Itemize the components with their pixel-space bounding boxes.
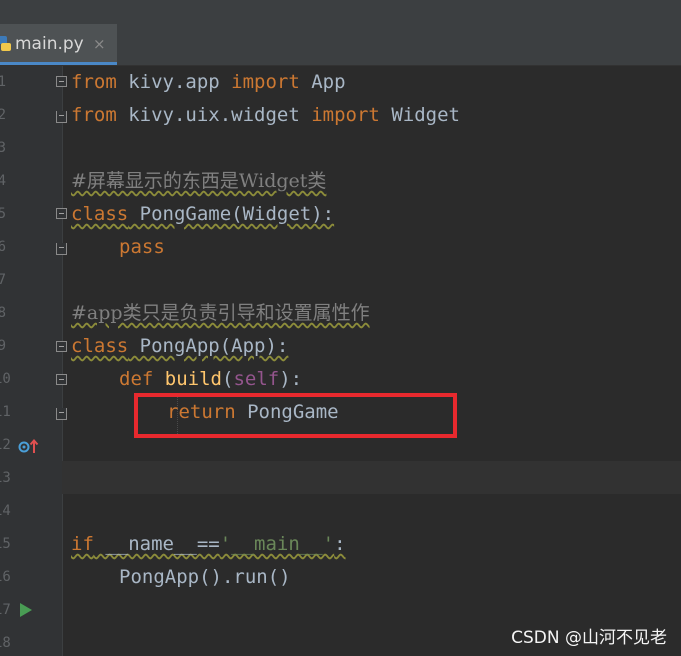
code-line-16: PongApp().run() <box>119 561 291 594</box>
class-declaration: PongApp(App): <box>128 335 289 357</box>
code-line-2: from kivy.uix.widget import Widget <box>71 99 460 132</box>
code-line-5: class PongGame(Widget): <box>71 198 334 231</box>
line-number: 2 <box>0 107 6 123</box>
line-number: 18 <box>0 635 11 651</box>
function-name: build <box>164 368 222 390</box>
line-number: 11 <box>0 404 11 420</box>
paren: ( <box>221 368 234 390</box>
line-number: 7 <box>0 272 6 288</box>
module-name: kivy.app <box>116 71 232 93</box>
line-number: 1 <box>0 74 6 90</box>
class-declaration: PongGame(Widget): <box>128 203 335 225</box>
watermark: CSDN @山河不见老 <box>511 628 667 648</box>
keyword: pass <box>119 236 165 258</box>
line-number: 10 <box>0 371 11 387</box>
run-icon[interactable] <box>20 603 32 617</box>
keyword: if <box>71 533 94 555</box>
red-annotation-box <box>134 393 457 438</box>
keyword: import <box>311 104 380 126</box>
call-expression: PongApp().run() <box>119 566 291 588</box>
code-editor[interactable]: from kivy.app import App from kivy.uix.w… <box>62 66 681 656</box>
code-line-15: if __name__=='__main__': <box>71 528 346 561</box>
import-name: Widget <box>379 104 460 126</box>
line-number: 16 <box>0 569 11 585</box>
import-name: App <box>299 71 346 93</box>
line-number: 15 <box>0 536 11 552</box>
string-literal: '__main__' <box>219 533 335 555</box>
line-number: 5 <box>0 206 6 222</box>
python-file-icon <box>0 36 11 51</box>
line-number: 14 <box>0 503 11 519</box>
keyword: from <box>71 104 117 126</box>
keyword: class <box>71 335 129 357</box>
self-param: self <box>233 368 280 390</box>
line-number: 12 <box>0 437 11 453</box>
code-line-4: #屏幕显示的东西是Widget类 <box>71 165 326 198</box>
code-line-9: class PongApp(App): <box>71 330 288 363</box>
tab-filename: main.py <box>15 34 84 54</box>
tab-main-py[interactable]: main.py × <box>0 24 117 65</box>
paren: ): <box>279 368 303 390</box>
line-number: 3 <box>0 140 6 156</box>
line-number: 4 <box>0 173 6 189</box>
colon: : <box>334 533 346 555</box>
keyword: import <box>231 71 300 93</box>
dunder-name: __name__== <box>93 533 220 555</box>
overrides-method-icon[interactable] <box>18 438 40 454</box>
code-line-10: def build(self): <box>119 363 302 396</box>
keyword: from <box>71 71 117 93</box>
code-line-6: pass <box>119 231 165 264</box>
current-line-highlight <box>62 461 681 494</box>
keyword: class <box>71 203 129 225</box>
keyword: def <box>119 368 154 390</box>
comment: #app类只是负责引导和设置属性作 <box>71 302 370 324</box>
title-bar <box>0 0 681 25</box>
line-number: 17 <box>0 602 11 618</box>
line-number: 8 <box>0 305 6 321</box>
code-line-8: #app类只是负责引导和设置属性作 <box>71 297 370 330</box>
code-line-1: from kivy.app import App <box>71 66 346 99</box>
module-name: kivy.uix.widget <box>116 104 312 126</box>
line-number: 6 <box>0 239 6 255</box>
comment: #屏幕显示的东西是Widget类 <box>71 170 327 192</box>
line-number-gutter: 1 2 3 4 5 6 7 8 9 10 11 12 13 14 15 16 1… <box>0 66 67 656</box>
close-tab-icon[interactable]: × <box>93 35 106 53</box>
line-number: 13 <box>0 470 11 486</box>
line-number: 9 <box>0 338 6 354</box>
editor-tab-strip: main.py × <box>0 24 681 66</box>
